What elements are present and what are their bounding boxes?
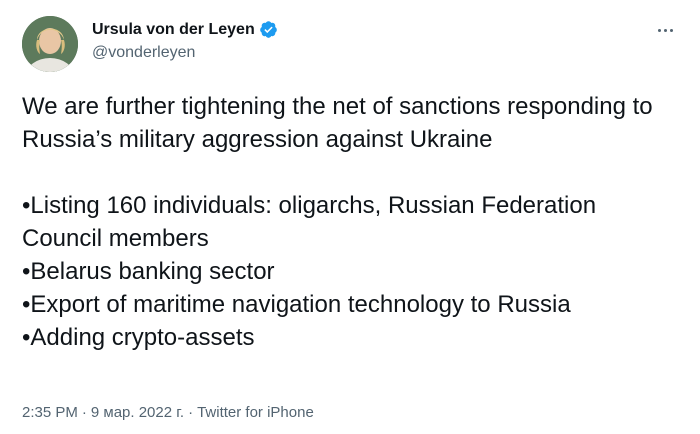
profile-photo xyxy=(22,16,78,72)
author-name-row[interactable]: Ursula von der Leyen xyxy=(92,20,278,39)
dot xyxy=(657,28,661,32)
tweet-card: Ursula von der Leyen @vonderleyen We are… xyxy=(0,0,700,434)
verified-badge-icon xyxy=(259,20,278,39)
dot xyxy=(669,28,673,32)
meta-separator: · xyxy=(188,404,194,421)
tweet-text: We are further tightening the net of san… xyxy=(22,93,653,351)
author-display-name[interactable]: Ursula von der Leyen xyxy=(92,21,255,39)
more-options-icon[interactable] xyxy=(652,20,678,40)
dot xyxy=(663,28,667,32)
tweet-source[interactable]: Twitter for iPhone xyxy=(197,404,314,421)
tweet-metadata: 2:35 PM · 9 мар. 2022 г. · Twitter for i… xyxy=(22,404,314,421)
author-handle[interactable]: @vonderleyen xyxy=(92,44,195,62)
author-avatar[interactable] xyxy=(22,16,78,72)
meta-separator: · xyxy=(81,404,87,421)
tweet-date[interactable]: 9 мар. 2022 г. xyxy=(91,404,184,421)
tweet-time[interactable]: 2:35 PM xyxy=(22,404,78,421)
